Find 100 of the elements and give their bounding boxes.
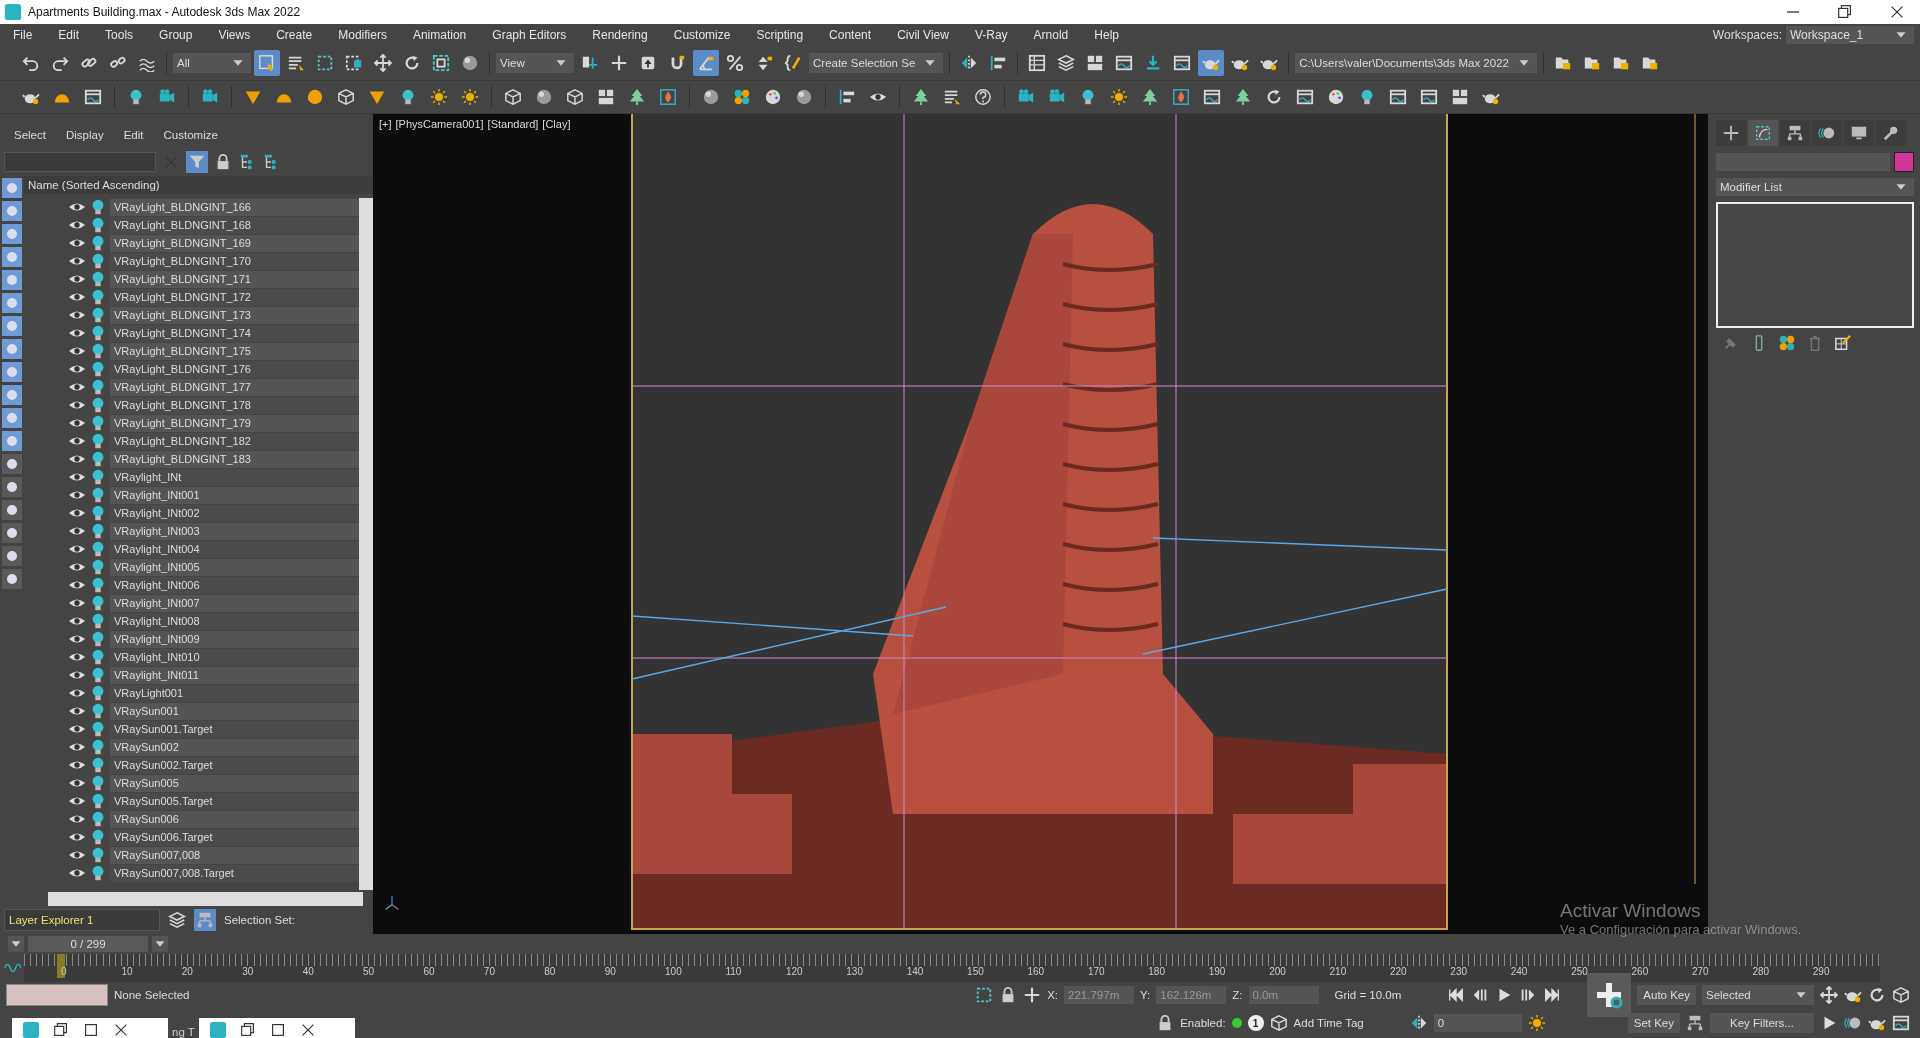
scene-object-item[interactable]: VRayLight_BLDNGINT_174: [110, 324, 359, 342]
next-frame-button[interactable]: [152, 936, 168, 952]
scene-object-item[interactable]: VRayLight_BLDNGINT_179: [110, 414, 359, 432]
scene-object-item[interactable]: VRaylight_INt009: [110, 630, 359, 648]
category-filter-button[interactable]: [2, 523, 22, 543]
menu-item[interactable]: Animation: [399, 28, 480, 42]
menu-item[interactable]: Modifiers: [325, 28, 400, 42]
horizontal-scrollbar[interactable]: [48, 892, 363, 906]
explorer-menu-item[interactable]: Display: [65, 129, 104, 141]
scene-object-item[interactable]: VRayLight_BLDNGINT_173: [110, 306, 359, 324]
scene-object-item[interactable]: VRaySun002: [110, 738, 359, 756]
object-color-swatch[interactable]: [1894, 152, 1914, 172]
menu-item[interactable]: Graph Editors: [479, 28, 580, 42]
previous-frame-button[interactable]: [8, 936, 24, 952]
command-panel-tab[interactable]: [1748, 120, 1778, 146]
scene-object-item[interactable]: VRayLight_BLDNGINT_176: [110, 360, 359, 378]
workspace-dropdown[interactable]: Workspace_1: [1786, 26, 1914, 44]
scene-object-item[interactable]: VRaySun005: [110, 774, 359, 792]
scene-object-item[interactable]: VRayLight_BLDNGINT_172: [110, 288, 359, 306]
menu-item[interactable]: Rendering: [579, 28, 661, 42]
scene-object-item[interactable]: VRayLight_BLDNGINT_182: [110, 432, 359, 450]
command-panel-tab[interactable]: [1716, 120, 1746, 146]
set-key-text-button[interactable]: Set Key: [1627, 1013, 1680, 1033]
key-filters-button[interactable]: Key Filters...: [1710, 1013, 1814, 1033]
scene-object-item[interactable]: VRaylight_INt005: [110, 558, 359, 576]
scene-object-item[interactable]: VRaySun007,008.Target: [110, 864, 359, 882]
menu-item[interactable]: Arnold: [1020, 28, 1082, 42]
set-key-button[interactable]: [1587, 973, 1632, 1017]
scene-object-item[interactable]: VRaySun005.Target: [110, 792, 359, 810]
viewport-menu-label[interactable]: [PhysCamera001]: [395, 118, 484, 130]
scene-object-item[interactable]: VRaySun002.Target: [110, 756, 359, 774]
menu-item[interactable]: Content: [816, 28, 885, 42]
menu-item[interactable]: Edit: [45, 28, 93, 42]
toolbar-dropdown[interactable]: View: [496, 53, 574, 73]
search-field[interactable]: [4, 152, 156, 172]
explorer-menu-item[interactable]: Customize: [163, 129, 218, 141]
menu-item[interactable]: Views: [205, 28, 264, 42]
viewport-menu-label[interactable]: [Standard]: [487, 118, 539, 130]
timeline-ruler[interactable]: 0 10 20 30 40 50 60 70 80 90 100 110 120 130 140 150 160 170 180 190 200 210 220 230 240 250 260 270 280 290: [24, 954, 1880, 982]
menu-item[interactable]: Scripting: [743, 28, 817, 42]
command-panel-tab[interactable]: [1844, 120, 1874, 146]
scene-object-item[interactable]: VRaylight_INt003: [110, 522, 359, 540]
scene-object-item[interactable]: VRayLight001: [110, 684, 359, 702]
taskbar-preview[interactable]: [198, 1018, 355, 1038]
scene-object-item[interactable]: VRayLight_BLDNGINT_178: [110, 396, 359, 414]
scene-object-item[interactable]: VRaySun006: [110, 810, 359, 828]
viewport-menu-label[interactable]: [Clay]: [542, 118, 571, 130]
category-filter-button[interactable]: [2, 569, 22, 589]
scene-object-item[interactable]: VRaylight_INt002: [110, 504, 359, 522]
menu-item[interactable]: File: [0, 28, 46, 42]
menu-item[interactable]: Tools: [92, 28, 147, 42]
scene-object-item[interactable]: VRaylight_INt001: [110, 486, 359, 504]
menu-item[interactable]: Help: [1081, 28, 1132, 42]
add-time-tag-button[interactable]: Add Time Tag: [1293, 1017, 1364, 1029]
toolbar-dropdown[interactable]: All: [173, 53, 251, 73]
category-filter-button[interactable]: [2, 477, 22, 497]
vertical-scrollbar[interactable]: [359, 198, 373, 890]
menu-item[interactable]: Group: [146, 28, 206, 42]
frame-counter[interactable]: 0 / 299: [28, 936, 148, 952]
explorer-menu-item[interactable]: Select: [14, 129, 46, 141]
scene-object-item[interactable]: VRayLight_BLDNGINT_183: [110, 450, 359, 468]
scene-object-item[interactable]: VRayLight_BLDNGINT_175: [110, 342, 359, 360]
scene-object-item[interactable]: VRaylight_INt011: [110, 666, 359, 684]
taskbar-preview[interactable]: [12, 1018, 168, 1038]
command-panel-tab[interactable]: [1876, 120, 1906, 146]
viewport-menu-label[interactable]: [+]: [379, 118, 392, 130]
toolbar-button[interactable]: [1198, 50, 1225, 76]
scene-object-item[interactable]: VRaySun001: [110, 702, 359, 720]
category-filter-button[interactable]: [2, 546, 22, 566]
scene-object-item[interactable]: VRayLight_BLDNGINT_177: [110, 378, 359, 396]
scene-object-item[interactable]: VRayLight_BLDNGINT_168: [110, 216, 359, 234]
menu-item[interactable]: V-Ray: [961, 28, 1021, 42]
category-filter-button[interactable]: [2, 454, 22, 474]
scene-object-item[interactable]: VRaySun001.Target: [110, 720, 359, 738]
scene-object-item[interactable]: VRayLight_BLDNGINT_170: [110, 252, 359, 270]
scene-object-item[interactable]: VRaylight_INt007: [110, 594, 359, 612]
modifier-list-dropdown[interactable]: Modifier List: [1716, 178, 1914, 196]
toolbar-dropdown[interactable]: Create Selection Se: [809, 53, 944, 73]
frame-spinner[interactable]: 0: [1433, 1014, 1522, 1032]
scene-object-item[interactable]: VRaylight_INt: [110, 468, 359, 486]
scene-object-item[interactable]: VRayLight_BLDNGINT_169: [110, 234, 359, 252]
scene-object-item[interactable]: VRaySun007,008: [110, 846, 359, 864]
menu-item[interactable]: Customize: [660, 28, 744, 42]
scene-object-item[interactable]: VRaySun006.Target: [110, 828, 359, 846]
scene-object-item[interactable]: VRaylight_INt008: [110, 612, 359, 630]
scene-object-item[interactable]: VRaylight_INt004: [110, 540, 359, 558]
explorer-menu-item[interactable]: Edit: [123, 129, 144, 141]
layer-explorer-dropdown[interactable]: Layer Explorer 1: [4, 909, 160, 931]
category-filter-button[interactable]: [2, 500, 22, 520]
auto-key-button[interactable]: Auto Key: [1637, 985, 1696, 1005]
scene-object-item[interactable]: VRaylight_INt010: [110, 648, 359, 666]
scene-object-item[interactable]: VRayLight_BLDNGINT_171: [110, 270, 359, 288]
menu-item[interactable]: Civil View: [884, 28, 962, 42]
scene-object-item[interactable]: VRaylight_INt006: [110, 576, 359, 594]
project-path-dropdown[interactable]: C:\Users\valer\Documents\3ds Max 2022: [1295, 53, 1537, 73]
key-mode-dropdown[interactable]: Selected: [1702, 985, 1814, 1005]
command-panel-tab[interactable]: [1812, 120, 1842, 146]
column-header[interactable]: Name (Sorted Ascending): [24, 176, 373, 194]
menu-item[interactable]: Create: [263, 28, 326, 42]
command-panel-tab[interactable]: [1780, 120, 1810, 146]
